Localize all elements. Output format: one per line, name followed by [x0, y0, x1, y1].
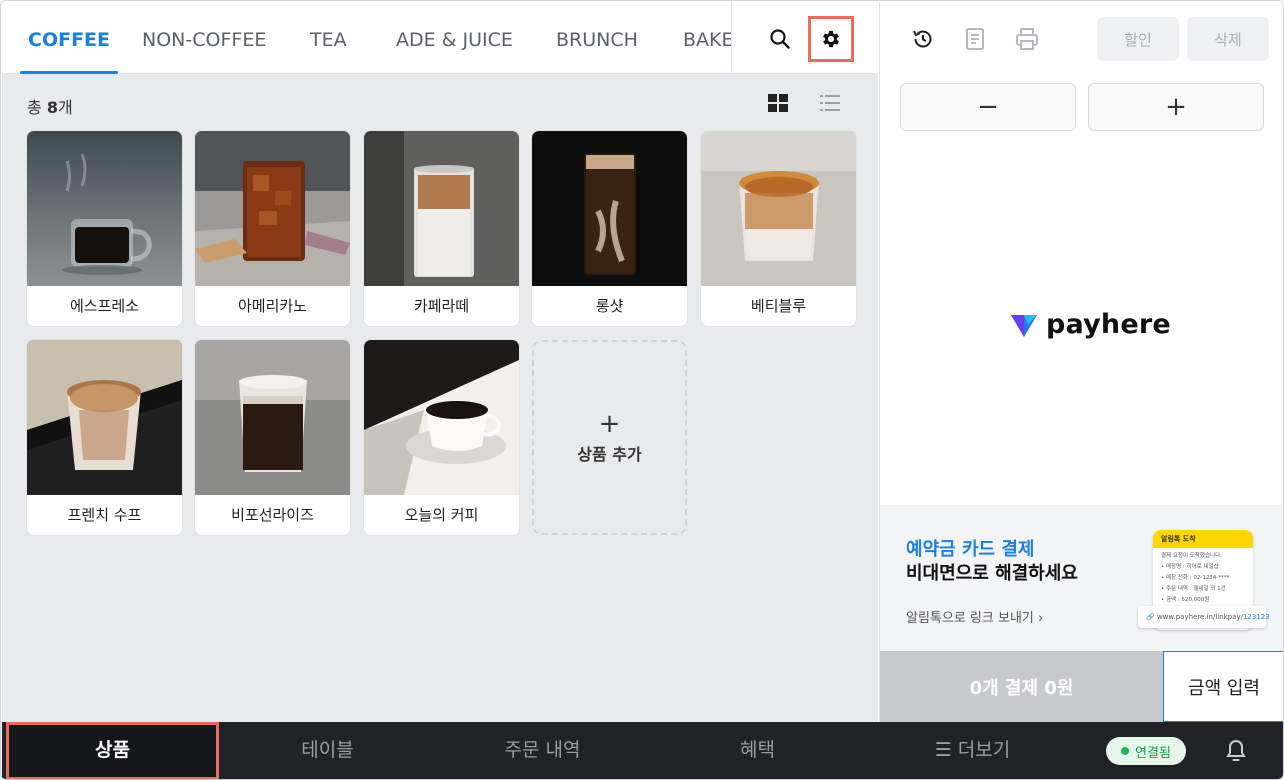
product-name: 에스프레소 — [69, 297, 139, 315]
alimtalk-line: • 매장 전화 : 02-1234-**** — [1161, 575, 1230, 581]
notification-button[interactable] — [1224, 738, 1250, 764]
grid-view-button[interactable] — [767, 92, 791, 116]
tab-tea[interactable]: TEA — [310, 2, 347, 74]
grid-icon — [768, 94, 788, 112]
alimtalk-line: 결제 요청이 도착했습니다. — [1161, 553, 1222, 559]
count-prefix: 총 — [27, 98, 42, 117]
pay-button[interactable]: 0개 결제 0원 — [880, 651, 1163, 722]
history-icon — [913, 30, 932, 48]
alimtalk-header: 알림톡 도착 — [1153, 530, 1253, 548]
promo-banner[interactable]: 예약금 카드 결제 비대면으로 해결하세요 알림톡으로 링크 보내기 › 알림톡… — [880, 505, 1283, 651]
product-name: 프렌치 수프 — [67, 506, 142, 524]
history-button[interactable] — [908, 24, 938, 54]
tab-divider — [731, 2, 732, 74]
promo-link[interactable]: 알림톡으로 링크 보내기 › — [906, 607, 1043, 626]
brand-name: payhere — [1046, 309, 1171, 340]
payhere-logo: payhere — [1010, 309, 1171, 340]
product-card[interactable]: 롱샷 — [532, 131, 687, 326]
list-icon — [820, 95, 840, 111]
tab-non-coffee[interactable]: NON-COFFEE — [142, 2, 266, 74]
link-url-code: 123123 — [1242, 613, 1270, 621]
receipt-button[interactable] — [960, 24, 990, 54]
bell-icon — [1226, 739, 1246, 761]
tab-brunch[interactable]: BRUNCH — [556, 2, 638, 74]
product-name: 카페라떼 — [413, 297, 470, 315]
delete-button[interactable]: 삭제 — [1187, 17, 1269, 61]
french-soup-photo — [27, 340, 182, 495]
tab-coffee[interactable]: COFFEE — [19, 2, 119, 74]
tab-bakery[interactable]: BAKE — [683, 2, 732, 74]
product-name: 베티블루 — [750, 297, 807, 315]
connection-status-badge: 연결됨 — [1106, 737, 1186, 765]
product-name: 아메리카노 — [237, 297, 307, 315]
nav-order-history[interactable]: 주문 내역 — [436, 722, 649, 779]
amount-input-button[interactable]: 금액 입력 — [1163, 651, 1283, 722]
plus-icon: + — [598, 408, 621, 439]
pos-window: COFFEE NON-COFFEE TEA ADE & JUICE BRUNCH… — [0, 0, 1284, 780]
nav-more[interactable]: ☰ 더보기 — [866, 722, 1079, 779]
add-product-label: 상품 추가 — [577, 444, 642, 464]
product-panel: COFFEE NON-COFFEE TEA ADE & JUICE BRUNCH… — [2, 2, 878, 722]
promo-title: 비대면으로 해결하세요 — [906, 563, 1078, 584]
long-shot-photo — [532, 131, 687, 286]
print-button[interactable] — [1012, 24, 1042, 54]
product-card[interactable]: 프렌치 수프 — [27, 340, 182, 535]
alimtalk-line: • 금액 : 520,000원 — [1161, 597, 1210, 603]
gear-icon — [823, 30, 839, 48]
increase-quantity-button[interactable]: + — [1088, 83, 1264, 131]
printer-icon — [1016, 28, 1038, 50]
alimtalk-line: • 매장명 : 히어로 네일샵 — [1161, 564, 1219, 570]
bottom-nav: 상품 테이블 주문 내역 혜택 ☰ 더보기 연결됨 — [2, 722, 1283, 779]
coffee-of-the-day-photo — [364, 340, 519, 495]
promo-title-accent: 예약금 카드 결제 — [906, 539, 1035, 560]
add-product-button[interactable]: + 상품 추가 — [532, 340, 687, 535]
product-name: 비포선라이즈 — [231, 506, 314, 524]
count-value: 8 — [46, 98, 58, 117]
connection-label: 연결됨 — [1135, 745, 1171, 761]
nav-products[interactable]: 상품 — [6, 722, 219, 779]
cafe-latte-photo — [364, 131, 519, 286]
nav-tables[interactable]: 테이블 — [221, 722, 434, 779]
search-button[interactable] — [757, 16, 803, 62]
document-icon — [966, 28, 984, 50]
status-dot — [1121, 747, 1130, 755]
order-panel: 할인 삭제 − + payhere 예약금 카드 결제 비대면으로 해결하세요 … — [879, 2, 1283, 722]
product-card[interactable]: 에스프레소 — [27, 131, 182, 326]
list-view-button[interactable] — [819, 92, 843, 116]
product-card[interactable]: 비포선라이즈 — [195, 340, 350, 535]
decrease-quantity-button[interactable]: − — [900, 83, 1076, 131]
link-url-prefix: www.payhere.in/linkpay/ — [1156, 613, 1243, 621]
category-tabs: COFFEE NON-COFFEE TEA ADE & JUICE BRUNCH… — [2, 2, 732, 74]
product-card[interactable]: 카페라떼 — [364, 131, 519, 326]
espresso-photo — [27, 131, 182, 286]
product-count: 총 8개 — [27, 94, 73, 118]
link-url-bar: 🔗 www.payhere.in/linkpay/123123 — [1138, 606, 1270, 628]
product-card[interactable]: 아메리카노 — [195, 131, 350, 326]
alimtalk-line: • 주문 내역 : 젤네일 외 1건 — [1161, 586, 1226, 592]
betty-blue-photo — [701, 131, 856, 286]
product-card[interactable]: 오늘의 커피 — [364, 340, 519, 535]
payhere-mark-icon — [1011, 314, 1037, 337]
nav-benefits[interactable]: 혜택 — [651, 722, 864, 779]
settings-button[interactable] — [808, 16, 854, 62]
count-suffix: 개 — [57, 98, 73, 117]
discount-button[interactable]: 할인 — [1097, 17, 1179, 61]
category-tabbar: COFFEE NON-COFFEE TEA ADE & JUICE BRUNCH… — [2, 2, 878, 74]
tab-ade-juice[interactable]: ADE & JUICE — [396, 2, 513, 74]
americano-photo — [195, 131, 350, 286]
product-name: 롱샷 — [595, 297, 624, 315]
search-icon — [770, 29, 790, 49]
product-card[interactable]: 베티블루 — [701, 131, 856, 326]
product-name: 오늘의 커피 — [404, 506, 479, 524]
before-sunrise-photo — [195, 340, 350, 495]
